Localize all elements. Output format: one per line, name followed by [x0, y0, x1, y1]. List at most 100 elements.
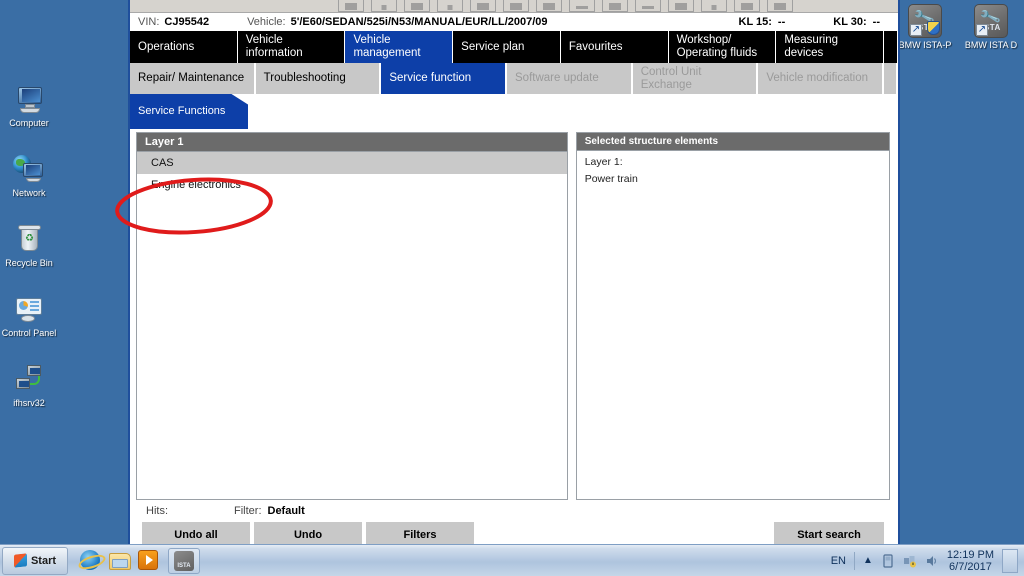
network-icon — [13, 154, 45, 186]
tab-operations[interactable]: Operations — [130, 31, 238, 63]
tab-vehicle-information[interactable]: Vehicle information — [237, 31, 346, 63]
desktop-icon-ifhsrv32[interactable]: ifhsrv32 — [0, 364, 58, 409]
workspace: Layer 1 CAS Engine electronics Selected … — [130, 129, 898, 548]
show-desktop-button[interactable] — [1002, 548, 1018, 573]
volume-icon[interactable] — [925, 554, 939, 568]
toolbar-button[interactable] — [701, 0, 727, 12]
toolbar-button[interactable] — [569, 0, 595, 12]
panes-container: Layer 1 CAS Engine electronics Selected … — [136, 132, 890, 500]
shield-icon — [927, 21, 940, 35]
ista-task-button[interactable]: ISTA — [168, 547, 200, 574]
desktop-icon-bmw-ista-d[interactable]: 🔧 ISTA ↗ BMW ISTA D — [962, 4, 1020, 51]
toolbar-button[interactable] — [470, 0, 496, 12]
selected-structure-elements-title: Selected structure elements — [576, 133, 889, 151]
subtab-troubleshooting[interactable]: Troubleshooting — [255, 63, 382, 94]
kl15-value: -- — [777, 15, 786, 28]
vin-value: CJ95542 — [164, 15, 210, 28]
tab-label: Service plan — [461, 40, 525, 53]
server-shortcut-icon — [13, 364, 45, 396]
computer-icon — [13, 84, 45, 116]
subtab-service-function[interactable]: Service function — [381, 63, 508, 94]
subtab-control-unit-exchange: Control Unit Exchange — [632, 63, 759, 94]
desktop-icon-recycle-bin[interactable]: ♻ Recycle Bin — [0, 224, 58, 269]
desktop-icon-bmw-ista-p[interactable]: 🔧 ISTA ↗ BMW ISTA-P — [896, 4, 954, 51]
desktop-icon-computer[interactable]: Computer — [0, 84, 58, 129]
toolbar-button[interactable] — [503, 0, 529, 12]
kl30-value: -- — [872, 15, 880, 28]
vehicle-label: Vehicle: — [247, 15, 286, 28]
list-item-label: CAS — [151, 157, 174, 169]
media-player-icon[interactable] — [138, 549, 160, 572]
breadcrumb-row: Service Functions — [130, 94, 898, 129]
vehicle-value: 5'/E60/SEDAN/525i/N53/MANUAL/EUR/LL/2007… — [290, 15, 548, 28]
toolbar-button[interactable] — [371, 0, 397, 12]
shortcut-arrow-icon: ↗ — [976, 24, 988, 36]
toolbar-button[interactable] — [338, 0, 364, 12]
tab-measuring-devices[interactable]: Measuring devices — [776, 31, 885, 63]
desktop-icon-label: BMW ISTA D — [964, 40, 1018, 50]
subtab-repair-maintenance[interactable]: Repair/ Maintenance — [130, 63, 256, 94]
ista-d-icon: 🔧 ISTA ↗ — [974, 4, 1008, 38]
desktop-icon-label: Network — [12, 188, 46, 198]
hits-label: Hits: — [146, 505, 168, 517]
toolbar-button[interactable] — [536, 0, 562, 12]
tray-separator — [854, 551, 855, 570]
selected-structure-line-2: Power train — [584, 173, 638, 185]
button-label: Undo — [293, 529, 323, 541]
clock-time: 12:19 PM — [946, 548, 994, 561]
toolbar-button[interactable] — [602, 0, 628, 12]
desktop-icon-label: Control Panel — [1, 328, 57, 338]
tab-label: Measuring devices — [784, 34, 839, 59]
button-label: Undo all — [174, 529, 218, 541]
start-button[interactable]: Start — [2, 546, 68, 575]
layer1-pane: Layer 1 CAS Engine electronics — [136, 132, 568, 500]
desktop-icon-control-panel[interactable]: Control Panel — [0, 294, 58, 339]
list-item-label: Engine electronics — [151, 179, 241, 191]
list-item[interactable]: CAS — [137, 152, 567, 174]
subtab-label: Troubleshooting — [263, 72, 346, 84]
toolbar-button[interactable] — [437, 0, 463, 12]
tab-label: Vehicle information — [245, 34, 303, 59]
toolbar-button[interactable] — [668, 0, 694, 12]
language-indicator[interactable]: EN — [831, 555, 846, 567]
network-warning-icon[interactable] — [903, 554, 917, 568]
list-item[interactable]: Engine electronics — [137, 174, 567, 196]
kl15-label: KL 15: — [738, 15, 772, 28]
ista-application-window: VIN: CJ95542 Vehicle: 5'/E60/SEDAN/525i/… — [128, 0, 900, 548]
selected-structure-elements-body: Layer 1: Power train — [577, 151, 889, 499]
toolbar-button[interactable] — [635, 0, 661, 12]
ista-p-icon: 🔧 ISTA ↗ — [908, 4, 942, 38]
breadcrumb-label: Service Functions — [138, 105, 226, 117]
button-label: Start search — [797, 529, 861, 541]
vin-field: VIN: CJ95542 — [138, 16, 209, 28]
subtab-label: Repair/ Maintenance — [138, 72, 245, 84]
selected-structure-line-1: Layer 1: — [584, 156, 623, 168]
desktop-icon-column: Computer Network ♻ Recycle Bin Control P… — [0, 84, 58, 434]
toolbar-button[interactable] — [767, 0, 793, 12]
subtab-vehicle-modification: Vehicle modification — [758, 63, 885, 94]
taskbar-clock[interactable]: 12:19 PM 6/7/2017 — [947, 549, 994, 573]
removable-media-icon[interactable] — [881, 553, 895, 568]
explorer-folder-icon[interactable] — [109, 550, 131, 572]
desktop-icon-network[interactable]: Network — [0, 154, 58, 199]
tab-service-plan[interactable]: Service plan — [453, 31, 561, 63]
desktop-icon-label: Recycle Bin — [5, 258, 53, 268]
filter-label: Filter: — [234, 505, 262, 517]
show-hidden-icons-icon[interactable]: ▲ — [863, 555, 873, 566]
breadcrumb[interactable]: Service Functions — [130, 94, 248, 129]
toolbar-button[interactable] — [404, 0, 430, 12]
tab-label: Favourites — [568, 40, 623, 53]
vehicle-info-bar: VIN: CJ95542 Vehicle: 5'/E60/SEDAN/525i/… — [130, 13, 898, 31]
internet-explorer-icon[interactable] — [80, 549, 102, 572]
toolbar-button[interactable] — [734, 0, 760, 12]
vehicle-field: Vehicle: 5'/E60/SEDAN/525i/N53/MANUAL/EU… — [247, 16, 547, 28]
windows-taskbar: Start ISTA EN ▲ 12:19 PM 6/7/2017 — [0, 544, 1024, 576]
tab-vehicle-management[interactable]: Vehicle management — [345, 31, 454, 63]
start-button-label: Start — [30, 554, 57, 567]
quick-launch-bar — [80, 549, 160, 572]
tab-label: Operations — [138, 40, 195, 53]
subtab-label: Control Unit Exchange — [640, 65, 702, 91]
kl30-field: KL 30: -- — [833, 16, 880, 28]
tab-favourites[interactable]: Favourites — [560, 31, 669, 63]
tab-workshop-operating-fluids[interactable]: Workshop/ Operating fluids — [668, 31, 777, 63]
